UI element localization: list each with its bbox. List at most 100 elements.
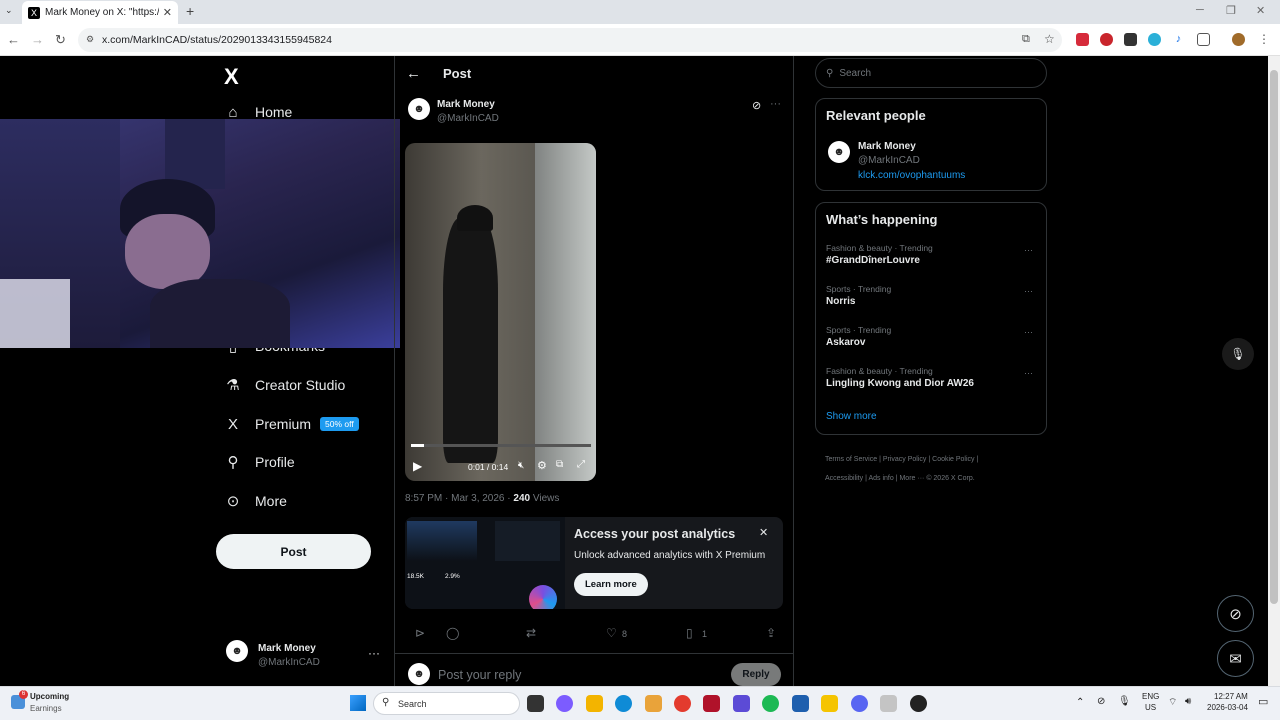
audio-icon[interactable]: ♪	[1172, 33, 1185, 46]
search-input[interactable]: ⚲ Search	[815, 58, 1047, 88]
extension-icon[interactable]	[1076, 33, 1089, 46]
app-icon[interactable]	[821, 695, 838, 712]
discord-icon[interactable]	[851, 695, 868, 712]
forward-icon[interactable]: →	[31, 32, 44, 47]
post-button[interactable]: Post	[216, 534, 371, 569]
site-info-icon[interactable]: ⚙	[86, 34, 94, 45]
spotify-icon[interactable]	[762, 695, 779, 712]
reply-input[interactable]: Post your reply	[438, 668, 521, 682]
like-icon[interactable]: ♡	[606, 626, 617, 640]
reply-button[interactable]: Reply	[731, 663, 781, 686]
post-author-handle[interactable]: @MarkInCAD	[437, 113, 499, 124]
close-window-icon[interactable]: ✕	[1256, 4, 1265, 17]
post-video[interactable]: ▶ 0:01 / 0:14 🔇︎ ⚙ ⧉ ⤢	[405, 143, 596, 481]
volume-icon[interactable]: 🔊︎	[1185, 696, 1191, 707]
trend-more-icon[interactable]: ···	[1024, 368, 1033, 378]
new-tab-icon[interactable]: +	[186, 3, 194, 19]
post-author-name[interactable]: Mark Money	[437, 99, 495, 110]
account-avatar[interactable]: ☻	[226, 640, 248, 662]
pip-icon[interactable]: ⧉	[556, 459, 563, 470]
grok-icon[interactable]: ⊘	[752, 99, 761, 112]
extension-icon[interactable]	[1124, 33, 1137, 46]
grok-fab-icon[interactable]: ⊘	[1217, 595, 1254, 632]
share-icon[interactable]: ⇪	[766, 626, 776, 640]
restore-icon[interactable]: ❐	[1226, 4, 1236, 17]
back-icon[interactable]: ←	[7, 32, 20, 47]
app-icon[interactable]	[733, 695, 750, 712]
fullscreen-icon[interactable]: ⤢	[577, 459, 585, 470]
x-logo[interactable]: X	[224, 64, 239, 90]
show-more-link[interactable]: Show more	[826, 411, 877, 422]
trend-more-icon[interactable]: ···	[1024, 327, 1033, 337]
address-bar[interactable]: ⚙ x.com/MarkInCAD/status/202901334315594…	[78, 28, 1062, 52]
bookmark-star-icon[interactable]: ☆	[1044, 32, 1055, 46]
footer-link[interactable]: Ads info	[868, 475, 893, 482]
trend-item[interactable]: Fashion & beauty · Trending Lingling Kwo…	[826, 366, 1036, 389]
mute-icon[interactable]: 🔇︎	[518, 460, 524, 471]
task-view-icon[interactable]	[527, 695, 544, 712]
reply-icon[interactable]: ◯	[446, 626, 459, 640]
minimize-icon[interactable]: ─	[1196, 4, 1204, 16]
start-windows-icon[interactable]	[350, 695, 366, 711]
language-code[interactable]: ENG	[1142, 692, 1159, 701]
sidebar-item-profile[interactable]: ⚲ Profile	[224, 453, 295, 471]
close-icon[interactable]: ✕	[759, 526, 768, 539]
settings-icon[interactable]: ⚙	[537, 459, 547, 472]
install-app-icon[interactable]: ⧉	[1022, 33, 1030, 46]
back-arrow-icon[interactable]: ←	[406, 65, 421, 82]
browser-tab[interactable]: X Mark Money on X: "https://t.co ✕	[22, 1, 178, 24]
widget-title[interactable]: Upcoming	[30, 692, 69, 701]
repost-icon[interactable]: ⇄	[526, 626, 536, 640]
wifi-icon[interactable]: ⌔	[1168, 696, 1177, 709]
trend-more-icon[interactable]: ···	[1024, 245, 1033, 255]
app-icon[interactable]	[645, 695, 662, 712]
relevant-avatar[interactable]: ☻	[828, 141, 850, 163]
sidebar-item-premium[interactable]: X Premium 50% off	[224, 415, 359, 433]
extension-icon[interactable]	[1100, 33, 1113, 46]
file-explorer-icon[interactable]	[586, 695, 603, 712]
messages-icon[interactable]: ✉	[1217, 640, 1254, 677]
footer-link[interactable]: Terms of Service	[825, 456, 877, 463]
play-icon[interactable]: ▶	[413, 459, 422, 473]
network-icon[interactable]: ⊘	[1097, 696, 1105, 707]
browser-menu-icon[interactable]: ⋮	[1258, 32, 1270, 46]
footer-link[interactable]: More ···	[899, 475, 924, 482]
view-replies-icon[interactable]: ⊳	[415, 626, 425, 640]
tray-chevron-icon[interactable]: ⌃	[1076, 697, 1084, 708]
sidebar-item-creator-studio[interactable]: ⚗ Creator Studio	[224, 376, 345, 394]
close-tab-icon[interactable]: ✕	[163, 6, 172, 19]
snipping-tool-icon[interactable]	[880, 695, 897, 712]
post-author-avatar[interactable]: ☻	[408, 98, 430, 120]
obs-icon[interactable]	[910, 695, 927, 712]
nzxt-icon[interactable]	[703, 695, 720, 712]
video-progress-track[interactable]	[411, 444, 591, 447]
clock-time[interactable]: 12:27 AM	[1214, 692, 1248, 701]
footer-link[interactable]: Privacy Policy	[883, 456, 927, 463]
edge-icon[interactable]	[615, 695, 632, 712]
trend-more-icon[interactable]: ···	[1024, 286, 1033, 296]
learn-more-button[interactable]: Learn more	[574, 573, 648, 596]
notifications-icon[interactable]: ▭	[1258, 695, 1268, 708]
sidebar-item-more[interactable]: ⊙ More	[224, 492, 287, 510]
trend-item[interactable]: Fashion & beauty · Trending #GrandDînerL…	[826, 243, 1036, 266]
microphone-icon[interactable]: 🎙︎	[1222, 338, 1254, 370]
scrollbar-thumb[interactable]	[1270, 70, 1278, 604]
footer-link[interactable]: Accessibility	[825, 475, 863, 482]
relevant-name[interactable]: Mark Money	[858, 141, 916, 152]
post-more-icon[interactable]: ···	[770, 98, 781, 110]
profile-avatar[interactable]	[1232, 33, 1245, 46]
mic-tray-icon[interactable]: 🎙︎	[1118, 696, 1131, 707]
bookmark-icon[interactable]: ▯	[686, 626, 693, 640]
trend-item[interactable]: Sports · Trending Askarov	[826, 325, 1036, 348]
tab-search-icon[interactable]: ⌄	[5, 5, 13, 16]
app-icon[interactable]	[792, 695, 809, 712]
account-menu-icon[interactable]: ···	[368, 646, 380, 660]
extensions-puzzle-icon[interactable]	[1197, 33, 1210, 46]
taskbar-search[interactable]: ⚲ Search	[373, 692, 520, 715]
copilot-icon[interactable]	[556, 695, 573, 712]
trend-item[interactable]: Sports · Trending Norris	[826, 284, 1036, 307]
relevant-link[interactable]: klck.com/ovophantuums	[858, 170, 965, 181]
chrome-icon[interactable]	[674, 695, 691, 712]
reload-icon[interactable]: ↻	[55, 32, 66, 48]
extension-icon[interactable]	[1148, 33, 1161, 46]
